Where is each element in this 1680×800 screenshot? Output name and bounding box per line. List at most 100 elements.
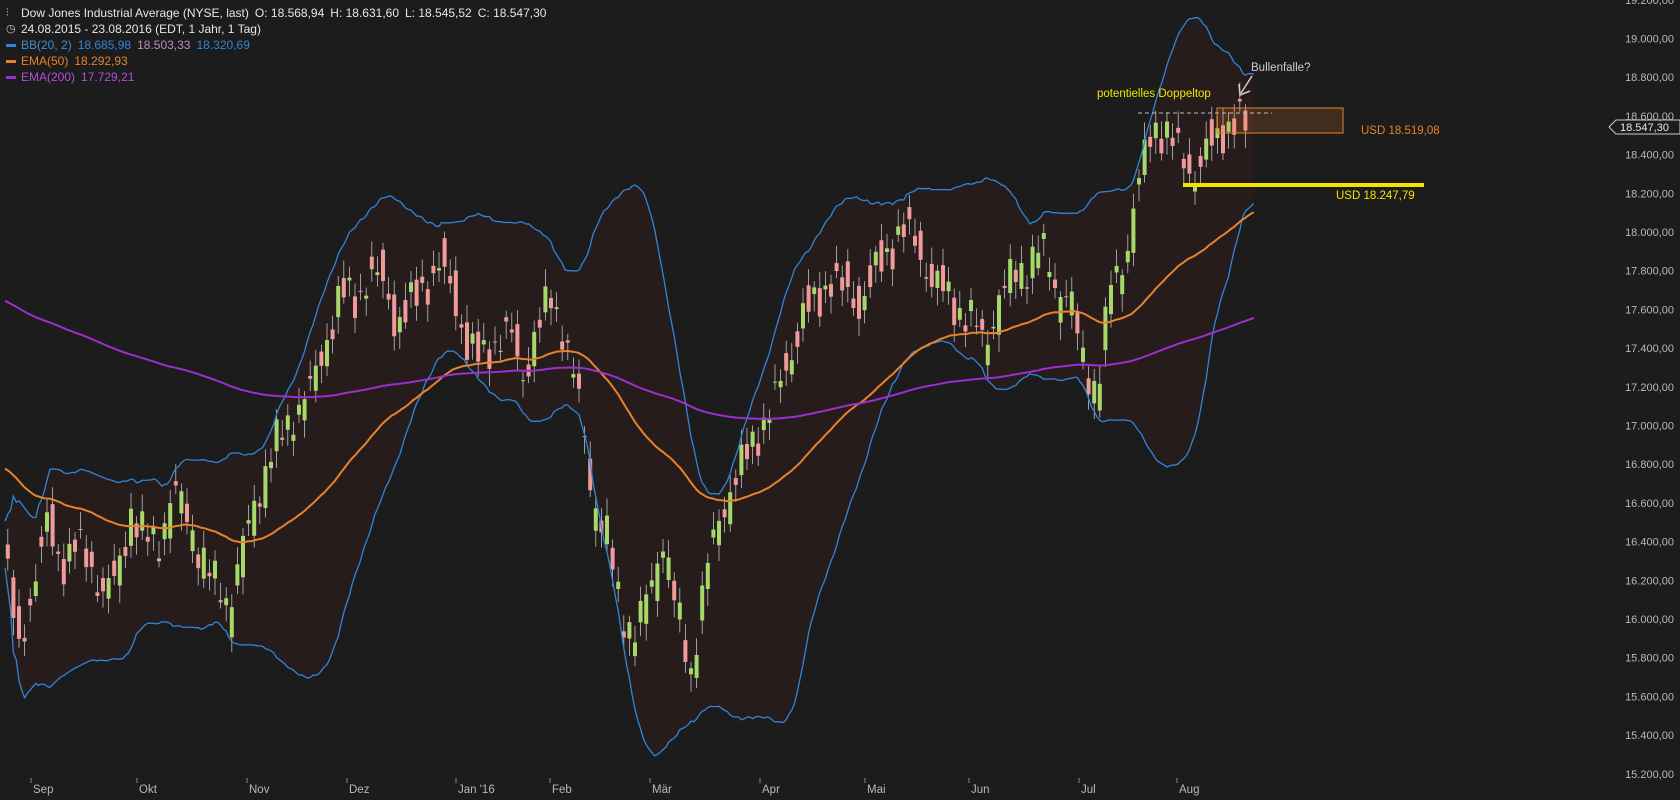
- ohlc-open: O: 18.568,94: [254, 6, 325, 20]
- candle-body: [969, 300, 973, 312]
- candle-body: [1131, 208, 1136, 253]
- candle-body: [1047, 272, 1052, 278]
- y-tick-label: 16.800,00: [1625, 459, 1674, 471]
- y-tick-label: 18.600,00: [1625, 111, 1674, 123]
- level-label-1: USD 18.519,08: [1361, 125, 1440, 137]
- chart-legend: ⫶ Dow Jones Industrial Average (NYSE, la…: [6, 5, 546, 85]
- candle-body: [1008, 258, 1013, 294]
- legend-ema50-row[interactable]: EMA(50) 18.292,93: [6, 53, 546, 69]
- candle-body: [397, 317, 402, 333]
- candle-body: [980, 319, 985, 330]
- candle-body: [901, 224, 906, 237]
- candle-body: [1120, 275, 1125, 295]
- candle-body: [369, 256, 374, 270]
- candle-body: [78, 529, 83, 531]
- candle-body: [11, 577, 16, 618]
- candle-body: [666, 557, 671, 581]
- candle-body: [392, 294, 397, 337]
- candle-body: [862, 295, 867, 311]
- y-tick-label: 17.400,00: [1625, 343, 1674, 355]
- candle-body: [358, 290, 363, 292]
- candle-body: [22, 637, 27, 642]
- candle-body: [633, 642, 637, 657]
- candle-body: [448, 276, 453, 284]
- price-chart[interactable]: potentielles Doppeltop Bullenfalle? USD …: [0, 0, 1680, 800]
- candle-body: [1187, 154, 1192, 174]
- candle-body: [50, 504, 55, 547]
- candle-body: [330, 329, 335, 340]
- candle-body: [425, 289, 430, 305]
- candle-body: [1170, 137, 1175, 147]
- ohlc-high: H: 18.631,60: [330, 6, 399, 20]
- candle-body: [857, 285, 861, 319]
- candle-body: [1209, 119, 1214, 146]
- candle-body: [649, 580, 654, 587]
- resistance-box: [1216, 107, 1344, 134]
- candle-body: [409, 282, 413, 292]
- clock-icon: ◷: [6, 23, 16, 35]
- candle-body: [470, 333, 475, 344]
- legend-bb-row[interactable]: BB(20, 2) 18.685,98 18.503,33 18.320,69: [6, 37, 546, 53]
- candle-body: [465, 322, 469, 360]
- x-tick-label: Mai: [867, 784, 886, 796]
- candle-body: [190, 530, 195, 552]
- candle-body: [705, 562, 710, 590]
- date-range: 24.08.2015 - 23.08.2016 (EDT, 1 Jahr, 1 …: [21, 22, 261, 36]
- candle-body: [381, 249, 385, 281]
- candle-body: [885, 248, 889, 252]
- candle-body: [95, 592, 100, 596]
- candle-body: [431, 265, 436, 274]
- ohlc-low: L: 18.545,52: [405, 6, 472, 20]
- y-tick-label: 15.600,00: [1625, 691, 1674, 703]
- candle-body: [117, 555, 122, 586]
- candle-body: [784, 353, 789, 371]
- candle-body: [196, 554, 201, 569]
- candle-body: [1103, 306, 1108, 351]
- candle-body: [554, 307, 559, 310]
- candle-body: [733, 478, 738, 485]
- candle-body: [235, 564, 240, 586]
- candle-body: [644, 594, 649, 624]
- candle-body: [1237, 99, 1242, 102]
- candle-body: [61, 559, 66, 585]
- candle-body: [997, 295, 1001, 335]
- legend-range-row: ◷ 24.08.2015 - 23.08.2016 (EDT, 1 Jahr, …: [6, 21, 546, 37]
- candle-body: [313, 365, 318, 391]
- y-tick-label: 17.000,00: [1625, 421, 1674, 433]
- candle-body: [756, 443, 761, 456]
- candle-body: [246, 520, 251, 524]
- candle-body: [991, 326, 996, 329]
- candle-body: [717, 520, 721, 546]
- candle-body: [1092, 380, 1097, 404]
- bb-value-lower: 18.320,69: [196, 38, 250, 52]
- candle-body: [1153, 122, 1158, 139]
- bb-value-upper: 18.685,98: [77, 38, 132, 52]
- x-tick-label: Apr: [762, 784, 780, 796]
- x-tick-label: Okt: [139, 784, 158, 796]
- annotation-doubletop: potentielles Doppeltop: [1097, 88, 1211, 100]
- candle-body: [918, 230, 923, 260]
- candle-body: [1002, 285, 1007, 288]
- candle-body: [840, 277, 845, 291]
- candle-body: [655, 563, 660, 601]
- candle-body: [5, 544, 10, 559]
- candle-body: [1058, 297, 1063, 323]
- candle-body: [84, 548, 89, 568]
- candle-body: [952, 297, 957, 326]
- y-tick-label: 17.800,00: [1625, 266, 1674, 278]
- y-tick-label: 18.000,00: [1625, 227, 1674, 239]
- candle-body: [308, 375, 313, 379]
- candle-body: [565, 340, 570, 343]
- legend-ema200-row[interactable]: EMA(200) 17.729,21: [6, 69, 546, 85]
- y-tick-label: 17.600,00: [1625, 304, 1674, 316]
- candle-body: [509, 329, 514, 333]
- candle-body: [420, 276, 425, 283]
- candle-body: [689, 668, 693, 675]
- candle-body: [694, 654, 699, 678]
- ohlc-close: C: 18.547,30: [477, 6, 547, 20]
- candle-body: [1109, 285, 1113, 315]
- x-tick-label: Sep: [33, 784, 53, 796]
- candle-body: [789, 360, 794, 375]
- candle-body: [179, 491, 184, 514]
- candle-body: [285, 415, 290, 430]
